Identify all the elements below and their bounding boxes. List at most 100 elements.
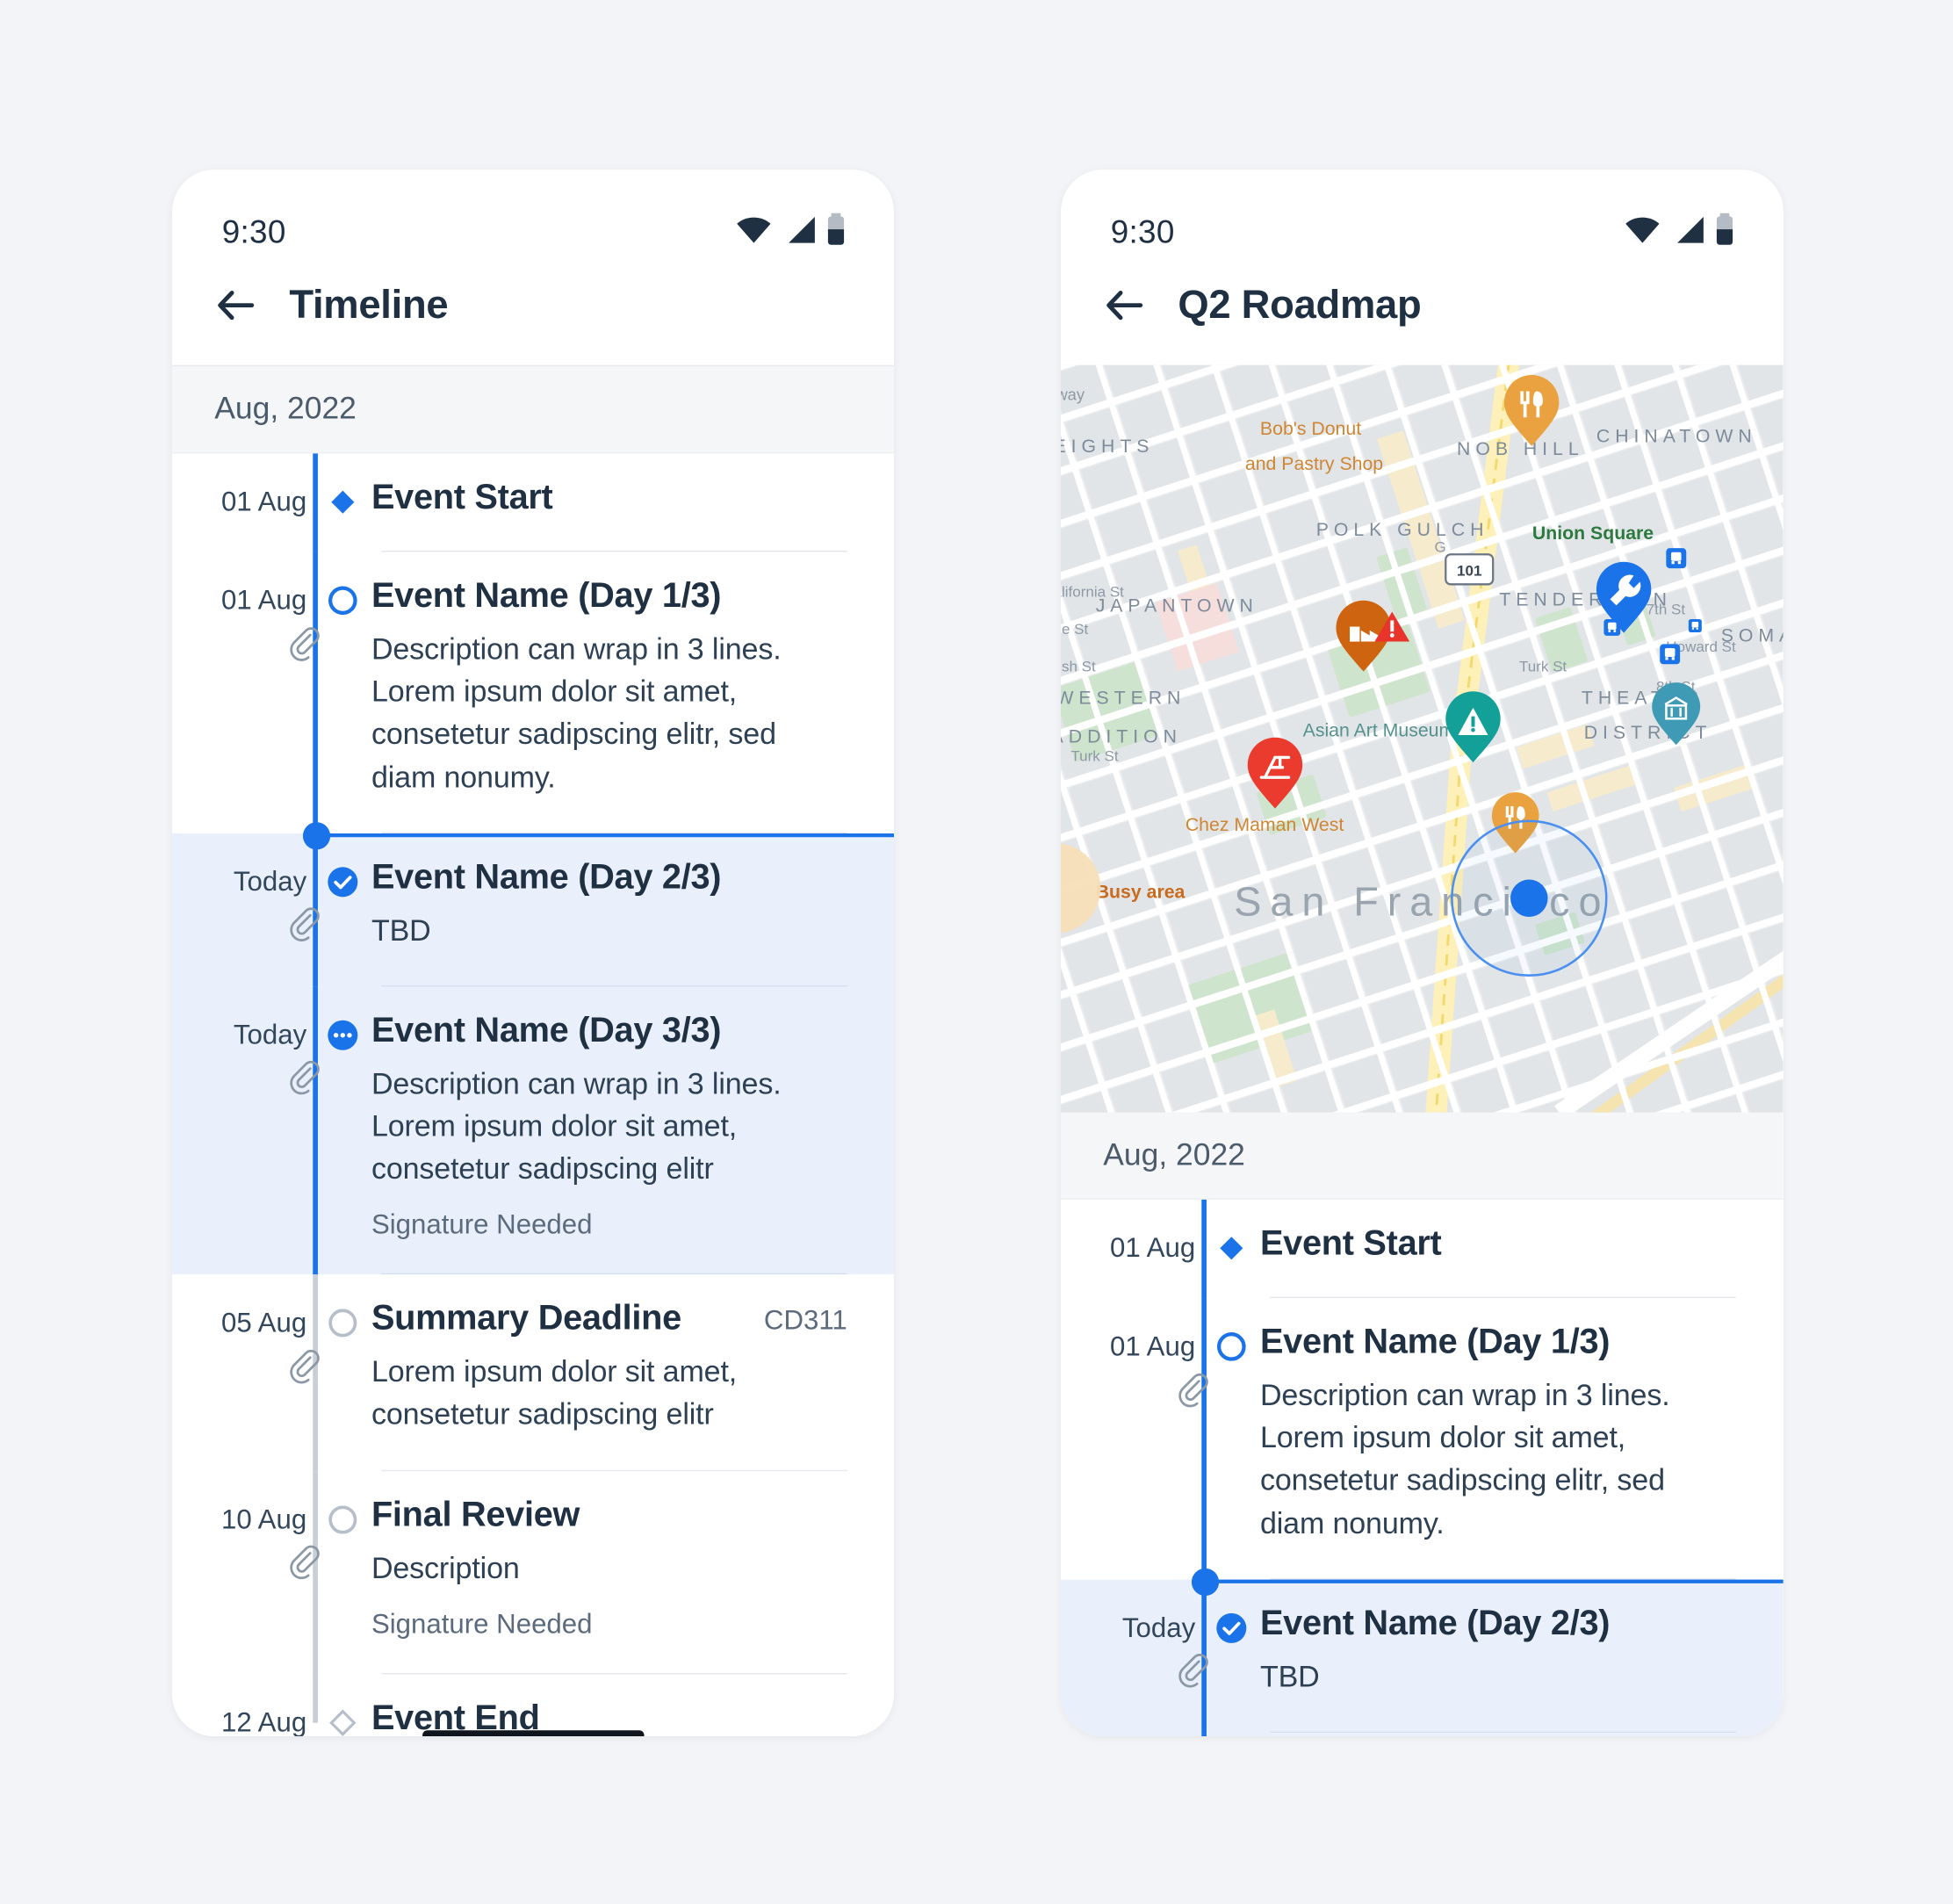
timeline-row[interactable]: 05 Aug Summary Deadline CD311 Lorem ipsum d…	[172, 1274, 895, 1471]
event-code: CD311	[763, 1304, 847, 1336]
event-date: Today	[233, 1019, 306, 1050]
event-description: Description can wrap in 3 lines. Lorem i…	[1260, 1379, 1670, 1540]
event-title: Event Name (Day 2/3)	[371, 856, 722, 896]
timeline-gutter: 12 Aug	[172, 1674, 362, 1736]
attachment-icon[interactable]	[1176, 1653, 1211, 1694]
signal-icon	[783, 213, 816, 249]
event-date: Today	[233, 865, 306, 897]
timeline-row[interactable]: 10 Aug Final Review Description Signature N…	[172, 1470, 895, 1674]
svg-text:ush St: ush St	[1061, 658, 1096, 674]
timeline-row[interactable]: TodayEvent Name (Day 3/3)Description can…	[1061, 1732, 1784, 1737]
timeline-row[interactable]: 01 Aug Event Start	[1061, 1199, 1784, 1299]
status-icons	[1625, 212, 1734, 251]
event-description: TBD	[371, 913, 431, 948]
svg-text:Chez Maman West: Chez Maman West	[1185, 814, 1344, 835]
svg-text:101: 101	[1457, 562, 1481, 579]
timeline-body: Event Name (Day 2/3) TBD	[1250, 1579, 1784, 1733]
today-marker-dot	[302, 821, 330, 849]
event-date: 10 Aug	[220, 1503, 306, 1534]
status-bar: 9:30	[172, 169, 895, 262]
svg-text:ne St: ne St	[1061, 621, 1088, 638]
status-clock: 9:30	[1111, 212, 1176, 250]
screenshot-stage: 9:30 Timeline Aug, 2022 01 Aug Event Start 01…	[0, 0, 1953, 1904]
svg-text:DISTRICT: DISTRICT	[1584, 722, 1712, 743]
timeline-row[interactable]: Today Event Name (Day 2/3) TBD	[171, 821, 895, 987]
timeline-row[interactable]: 12 Aug Event End	[172, 1673, 895, 1736]
page-title: Q2 Roadmap	[1178, 281, 1422, 327]
timeline-body: Event End	[361, 1674, 894, 1736]
timeline-gutter: 05 Aug	[172, 1274, 362, 1394]
month-header: Aug, 2022	[1061, 1112, 1784, 1200]
status-icons	[735, 212, 845, 251]
attachment-icon[interactable]	[1176, 1373, 1211, 1414]
milestone-diamond-icon[interactable]	[324, 483, 362, 521]
page-title: Timeline	[289, 281, 449, 327]
map-view[interactable]: EIGHTS CHINATOWN NOB HILL POLK GULCH JAPANTO…	[1061, 364, 1784, 1113]
signal-icon	[1673, 213, 1705, 249]
event-complete-check-icon[interactable]	[1213, 1609, 1250, 1647]
attachment-icon[interactable]	[286, 1349, 321, 1390]
timeline-body: Final Review Description Signature Needed	[361, 1470, 894, 1674]
svg-text:Asian Art Museum: Asian Art Museum	[1303, 719, 1455, 740]
event-circle-pending-icon[interactable]	[324, 1304, 362, 1342]
attachment-icon[interactable]	[286, 1545, 321, 1586]
svg-text:G: G	[1435, 538, 1446, 555]
svg-text:Union Square: Union Square	[1532, 523, 1654, 544]
event-description: Description	[371, 1551, 520, 1586]
back-arrow-icon[interactable]	[214, 284, 256, 326]
timeline-body: Event Start	[361, 453, 894, 552]
svg-text:Turk St: Turk St	[1519, 658, 1567, 674]
today-divider	[1204, 1578, 1784, 1583]
back-arrow-icon[interactable]	[1104, 284, 1146, 326]
event-circle-pending-icon[interactable]	[324, 1501, 362, 1539]
event-date: Today	[1122, 1611, 1196, 1643]
event-description: TBD	[1260, 1660, 1321, 1694]
today-divider	[314, 833, 895, 837]
svg-text:ADDITION: ADDITION	[1061, 725, 1182, 746]
timeline-body: Event Name (Day 2/3) TBD	[361, 833, 894, 987]
event-title: Event Name (Day 1/3)	[371, 575, 722, 615]
event-title: Event Start	[1260, 1222, 1442, 1262]
svg-text:Turk St: Turk St	[1071, 748, 1119, 765]
timeline-row[interactable]: Today Event Name (Day 2/3) TBD	[1061, 1568, 1784, 1733]
timeline-gutter: Today	[172, 986, 362, 1106]
timeline-row[interactable]: 01 Aug Event Name (Day 1/3) Description ca…	[1061, 1298, 1784, 1579]
timeline-list: 01 Aug Event Start 01 Aug Event Name (Day 1…	[171, 453, 895, 1737]
status-clock: 9:30	[221, 212, 286, 250]
timeline-row[interactable]: TodayEvent Name (Day 3/3)Description can…	[171, 986, 895, 1275]
timeline-gutter: 01 Aug	[172, 453, 362, 523]
event-date: 12 Aug	[220, 1706, 306, 1737]
event-complete-check-icon[interactable]	[324, 862, 362, 900]
event-title: Final Review	[371, 1494, 580, 1533]
svg-text:POLK GULCH: POLK GULCH	[1316, 519, 1489, 540]
attachment-icon[interactable]	[286, 907, 321, 948]
event-description: Description can wrap in 3 lines. Lorem i…	[371, 632, 782, 795]
timeline-gutter: Today	[1061, 1733, 1250, 1736]
event-circle-icon[interactable]	[324, 582, 362, 620]
event-inprogress-dots-icon[interactable]	[324, 1016, 362, 1054]
month-header: Aug, 2022	[171, 365, 895, 454]
event-date: 01 Aug	[220, 584, 306, 616]
timeline-gutter: 01 Aug	[1061, 1200, 1250, 1269]
event-title: Summary Deadline	[371, 1298, 681, 1338]
svg-text:alifornia St: alifornia St	[1061, 583, 1124, 600]
battery-icon	[827, 212, 845, 251]
event-description: Description can wrap in 3 lines. Lorem i…	[371, 1067, 782, 1186]
phone-timeline: 9:30 Timeline Aug, 2022 01 Aug Event Start 01…	[171, 169, 895, 1737]
event-date: 05 Aug	[220, 1307, 306, 1338]
svg-text:CHINATOWN: CHINATOWN	[1596, 426, 1757, 447]
phone-roadmap: 9:30 Q2 Roadmap EIGHTS CHINATOWN NOB HILL POL…	[1061, 169, 1784, 1737]
timeline-gutter: Today	[172, 833, 362, 952]
battery-icon	[1716, 212, 1733, 251]
attachment-icon[interactable]	[286, 1061, 321, 1102]
timeline-row[interactable]: 01 Aug Event Start	[172, 453, 895, 552]
milestone-diamond-outline-icon[interactable]	[324, 1704, 362, 1736]
event-circle-icon[interactable]	[1213, 1328, 1250, 1366]
app-bar: Timeline	[171, 261, 895, 365]
attachment-icon[interactable]	[286, 626, 321, 667]
timeline-row[interactable]: 01 Aug Event Name (Day 1/3) Description ca…	[172, 552, 895, 833]
event-date: 01 Aug	[220, 486, 306, 517]
event-description: Lorem ipsum dolor sit amet, consetetur s…	[371, 1355, 737, 1432]
svg-text:NOB HILL: NOB HILL	[1457, 438, 1584, 459]
milestone-diamond-icon[interactable]	[1213, 1230, 1250, 1267]
